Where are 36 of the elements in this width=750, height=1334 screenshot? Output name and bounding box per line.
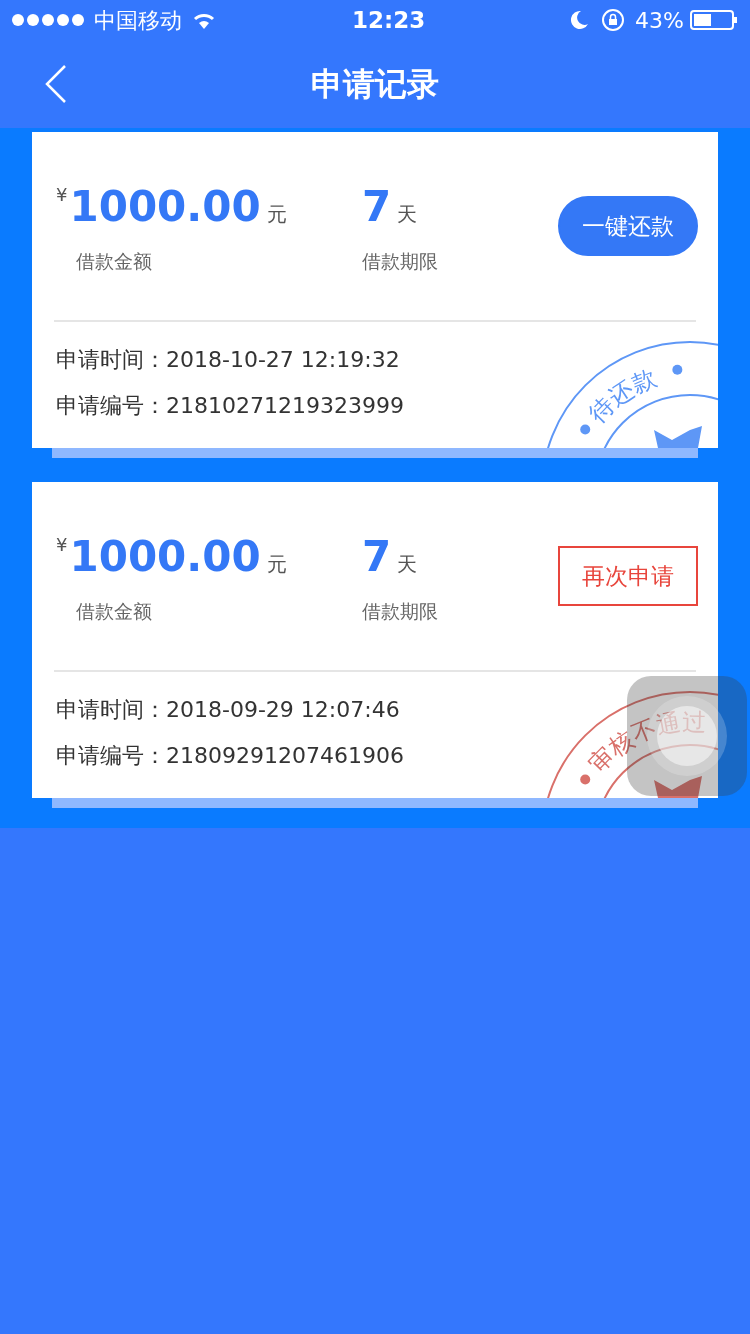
stamp-text: 待还款 (583, 363, 661, 429)
chevron-left-icon (44, 64, 68, 104)
amount-unit: 元 (266, 550, 287, 578)
currency-symbol: ¥ (56, 182, 68, 207)
carrier-name: 中国移动 (94, 6, 182, 35)
moon-icon (569, 10, 590, 30)
loan-term: 7 (362, 182, 392, 231)
field-value: 2018-09-29 12:07:46 (166, 696, 400, 724)
action-button[interactable]: 一键还款 (558, 196, 698, 256)
action-button[interactable]: 再次申请 (558, 546, 698, 606)
field-label: 申请编号： (56, 392, 166, 420)
loan-term: 7 (362, 532, 392, 581)
term-unit: 天 (397, 550, 418, 578)
amount-label: 借款金额 (76, 598, 153, 624)
battery-percent: 43% (635, 6, 684, 35)
amount-label: 借款金额 (76, 248, 153, 274)
rotation-lock-icon (601, 8, 626, 32)
amount-unit: 元 (266, 200, 287, 228)
field-value: 2018-10-27 12:19:32 (166, 346, 400, 374)
field-label: 申请时间： (56, 696, 166, 724)
field-value: 21809291207461906 (166, 742, 404, 770)
field-value: 21810271219323999 (166, 392, 404, 420)
back-button[interactable] (44, 64, 68, 104)
signal-icon (12, 14, 84, 26)
field-label: 申请时间： (56, 346, 166, 374)
loan-amount: 1000.00 (69, 182, 261, 231)
page-title: 申请记录 (311, 64, 439, 105)
term-unit: 天 (397, 200, 418, 228)
loan-amount: 1000.00 (69, 532, 261, 581)
battery-icon (690, 9, 738, 31)
clock-time: 12:23 (352, 5, 426, 35)
currency-symbol: ¥ (56, 532, 68, 557)
field-label: 申请编号： (56, 742, 166, 770)
term-label: 借款期限 (362, 248, 438, 274)
term-label: 借款期限 (362, 598, 438, 624)
wifi-icon (192, 11, 216, 29)
